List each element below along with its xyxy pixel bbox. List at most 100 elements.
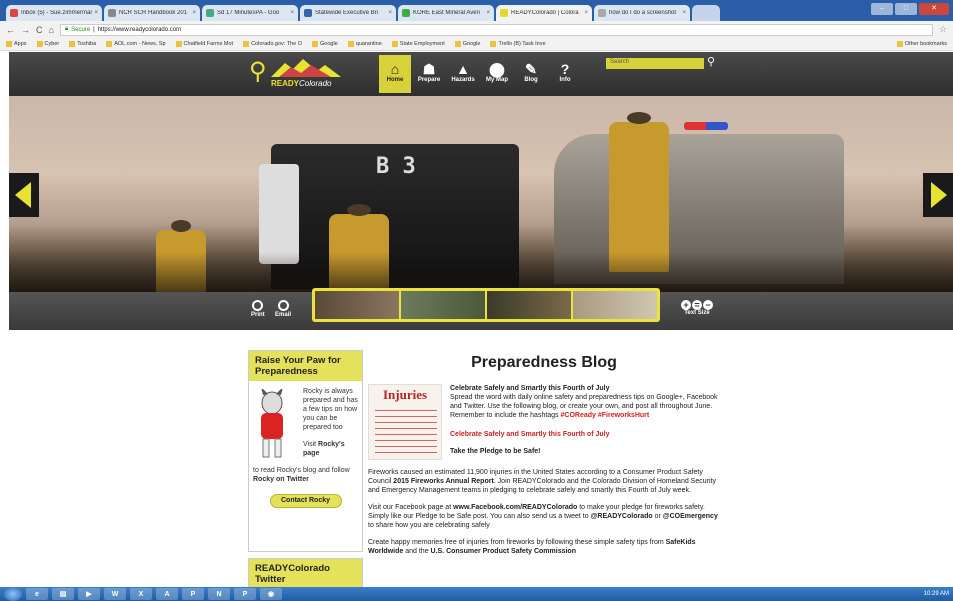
email-icon — [277, 300, 289, 311]
browser-tab[interactable]: READYColorado | Colora × — [496, 5, 592, 21]
bookmark-item[interactable]: Google — [312, 41, 338, 47]
bookmark-item[interactable]: Colorado.gov: The O — [243, 41, 302, 47]
person-figure-icon: ⚲ — [249, 58, 267, 85]
bookmark-item[interactable]: Trello (B) Task Inve — [490, 41, 546, 47]
ready-colorado-logo[interactable]: ⚲ READYColorado — [247, 57, 347, 89]
nav-hazards[interactable]: ▲ Hazards — [447, 55, 479, 93]
reload-icon[interactable]: C — [36, 25, 43, 35]
bookmark-item[interactable]: Chatfield Farms Mot — [175, 41, 233, 47]
nav-my-map[interactable]: ⬤ My Map — [481, 55, 513, 93]
taskbar-app[interactable]: ▤ — [52, 588, 74, 600]
maximize-button[interactable]: □ — [895, 3, 917, 15]
nav-home[interactable]: ⌂ Home — [379, 55, 411, 93]
mountain-icon — [271, 59, 341, 77]
system-clock[interactable]: 10:29 AM — [924, 591, 953, 597]
bookmark-item[interactable]: Toshiba — [69, 41, 96, 47]
nav-blog[interactable]: ✎ Blog — [515, 55, 547, 93]
tab-close-icon[interactable]: × — [584, 10, 588, 16]
other-bookmarks[interactable]: Other bookmarks — [896, 41, 947, 47]
logo-colorado-text: Colorado — [299, 79, 332, 88]
tab-close-icon[interactable]: × — [388, 10, 392, 16]
blog-paragraph: Fireworks caused an estimated 11,900 inj… — [368, 469, 716, 494]
browser-tab[interactable]: Sd 17 MinutesPA - Goo × — [202, 5, 298, 21]
bookmark-item[interactable]: Apps — [6, 41, 27, 47]
readycolorado-twitter-link[interactable]: @READYColorado — [591, 513, 653, 520]
tab-favicon-icon — [206, 9, 214, 17]
browser-tab[interactable]: NCR SCR Handbook 201 × — [104, 5, 200, 21]
tab-favicon-icon — [10, 9, 18, 17]
browser-tab[interactable]: Inbox (5) - Sue.zimmerman × — [6, 5, 102, 21]
nav-prepare[interactable]: ☗ Prepare — [413, 55, 445, 93]
taskbar-app[interactable]: ◉ — [260, 588, 282, 600]
slideshow-prev-button[interactable] — [9, 173, 39, 217]
hashtags: #COReady #FireworksHurt — [560, 412, 650, 419]
coemergency-twitter-link[interactable]: @COEmergency — [663, 513, 718, 520]
bookmark-star-icon[interactable]: ☆ — [939, 24, 947, 35]
back-icon[interactable]: ← — [6, 25, 15, 35]
blog-post: Injuries Celebrate Safely and Smartly th… — [368, 384, 720, 460]
start-button[interactable] — [4, 587, 22, 601]
taskbar-app[interactable]: ▶ — [78, 588, 100, 600]
taskbar-app[interactable]: A — [156, 588, 178, 600]
browser-tab[interactable]: Statewide Executive Bri × — [300, 5, 396, 21]
contact-rocky-button[interactable]: Contact Rocky — [269, 494, 342, 508]
tab-close-icon[interactable]: × — [682, 10, 686, 16]
cpsc-link[interactable]: U.S. Consumer Product Safety Commission — [431, 548, 576, 555]
browser-tab[interactable]: KORE East Mineral Aven × — [398, 5, 494, 21]
slide-thumbnails — [312, 288, 660, 322]
slide-thumbnail[interactable] — [315, 291, 399, 319]
taskbar-app[interactable]: P — [182, 588, 204, 600]
slideshow-next-button[interactable] — [923, 173, 953, 217]
taskbar-app[interactable]: W — [104, 588, 126, 600]
home-browser-icon[interactable]: ⌂ — [49, 25, 54, 35]
text-size-increase-button[interactable]: + — [681, 300, 691, 310]
taskbar-app[interactable]: N — [208, 588, 230, 600]
bookmark-item[interactable]: Cyber — [36, 41, 59, 47]
tab-close-icon[interactable]: × — [94, 10, 98, 16]
slide-thumbnail[interactable] — [401, 291, 485, 319]
tab-favicon-icon — [402, 9, 410, 17]
text-size-reset-button[interactable]: = — [692, 300, 702, 310]
blog-paragraph: Visit our Facebook page at www.Facebook.… — [368, 504, 718, 529]
post-red-heading: Celebrate Safely and Smartly this Fourth… — [450, 431, 610, 438]
print-button[interactable]: Print — [251, 300, 265, 318]
bookmarks-bar: Apps Cyber Toshiba AOL.com - News, Sp Chatfi… — [0, 38, 953, 51]
taskbar-app[interactable]: e — [26, 588, 48, 600]
taskbar-app[interactable]: P — [234, 588, 256, 600]
bookmark-icon — [6, 41, 12, 47]
tab-close-icon[interactable]: × — [486, 10, 490, 16]
facebook-link[interactable]: www.Facebook.com/READYColorado — [453, 504, 577, 511]
rocky-dog-image — [261, 389, 283, 458]
logo-ready-text: READY — [271, 79, 300, 88]
bookmark-item[interactable]: AOL.com - News, Sp — [106, 41, 166, 47]
bookmark-icon — [243, 41, 250, 47]
close-window-button[interactable]: ✕ — [919, 3, 949, 15]
rocky-twitter-link[interactable]: Rocky on Twitter — [253, 476, 309, 483]
email-button[interactable]: Email — [275, 300, 291, 318]
text-size-label: Text Size — [684, 310, 710, 316]
paw-preparedness-box: Raise Your Paw for Preparedness Rocky is… — [248, 350, 363, 552]
bookmark-item[interactable]: quarantine — [347, 41, 382, 47]
tab-close-icon[interactable]: × — [192, 10, 196, 16]
hero-slideshow: B 3 — [9, 96, 953, 292]
search-icon[interactable]: ⚲ — [707, 55, 715, 68]
forward-icon[interactable]: → — [21, 25, 30, 35]
bookmark-icon — [175, 41, 182, 47]
slide-thumbnail[interactable] — [573, 291, 657, 319]
slide-thumbnail[interactable] — [487, 291, 571, 319]
new-tab-button[interactable] — [692, 5, 720, 21]
nav-info[interactable]: ? Info — [549, 55, 581, 93]
taskbar-app[interactable]: X — [130, 588, 152, 600]
print-icon — [252, 300, 264, 311]
search-input[interactable]: Search — [606, 58, 704, 69]
fireworks-report-link[interactable]: 2015 Fireworks Annual Report — [393, 478, 494, 485]
minimize-button[interactable]: – — [871, 3, 893, 15]
bookmark-item[interactable]: State Employment — [391, 41, 445, 47]
url-field[interactable]: 🔒︎ Secure | https://www.readycolorado.co… — [59, 23, 933, 36]
tab-favicon-icon — [108, 9, 116, 17]
injuries-infographic[interactable]: Injuries — [368, 384, 442, 460]
tab-close-icon[interactable]: × — [290, 10, 294, 16]
browser-tab[interactable]: how do I do a screenshot × — [594, 5, 690, 21]
bookmark-item[interactable]: Google — [454, 41, 480, 47]
text-size-decrease-button[interactable]: − — [703, 300, 713, 310]
